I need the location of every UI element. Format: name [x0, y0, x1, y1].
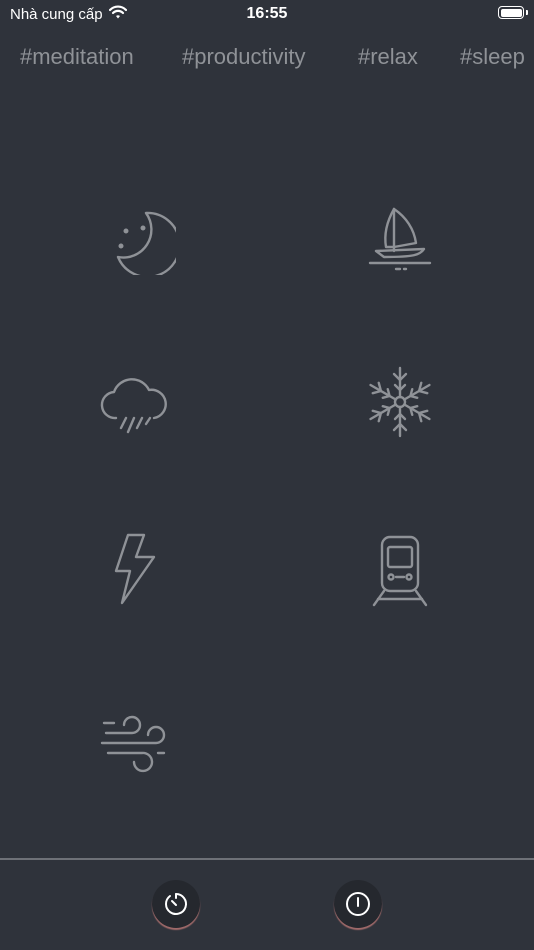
sound-night[interactable]: [74, 173, 194, 293]
battery-tip: [526, 10, 528, 15]
moon-stars-icon: [116, 211, 176, 275]
tag-filter-bar: #meditation #productivity #relax #sleep: [0, 44, 534, 78]
sound-rain[interactable]: [74, 342, 194, 462]
sailboat-icon: [368, 207, 432, 271]
status-bar: Nhà cung cấp 16:55: [0, 0, 534, 28]
sound-snow[interactable]: [340, 342, 460, 462]
power-button[interactable]: [334, 880, 382, 928]
rain-cloud-icon: [100, 378, 167, 434]
tag-meditation[interactable]: #meditation: [20, 44, 134, 70]
timer-icon: [165, 893, 187, 915]
timer-button[interactable]: [152, 880, 200, 928]
tag-relax[interactable]: #relax: [358, 44, 418, 70]
sound-wind[interactable]: [74, 677, 194, 797]
clock-time: 16:55: [246, 5, 288, 22]
tag-productivity[interactable]: #productivity: [182, 44, 306, 70]
wind-icon: [100, 715, 166, 773]
tag-sleep[interactable]: #sleep: [460, 44, 525, 70]
sound-sailing[interactable]: [340, 173, 460, 293]
snowflake-icon: [369, 366, 431, 438]
sound-train[interactable]: [340, 509, 460, 629]
power-icon: [346, 892, 370, 916]
battery-icon: [498, 6, 524, 19]
train-icon: [372, 535, 428, 607]
sound-thunder[interactable]: [74, 509, 194, 629]
bottom-toolbar: [0, 860, 534, 950]
lightning-icon: [114, 533, 156, 605]
